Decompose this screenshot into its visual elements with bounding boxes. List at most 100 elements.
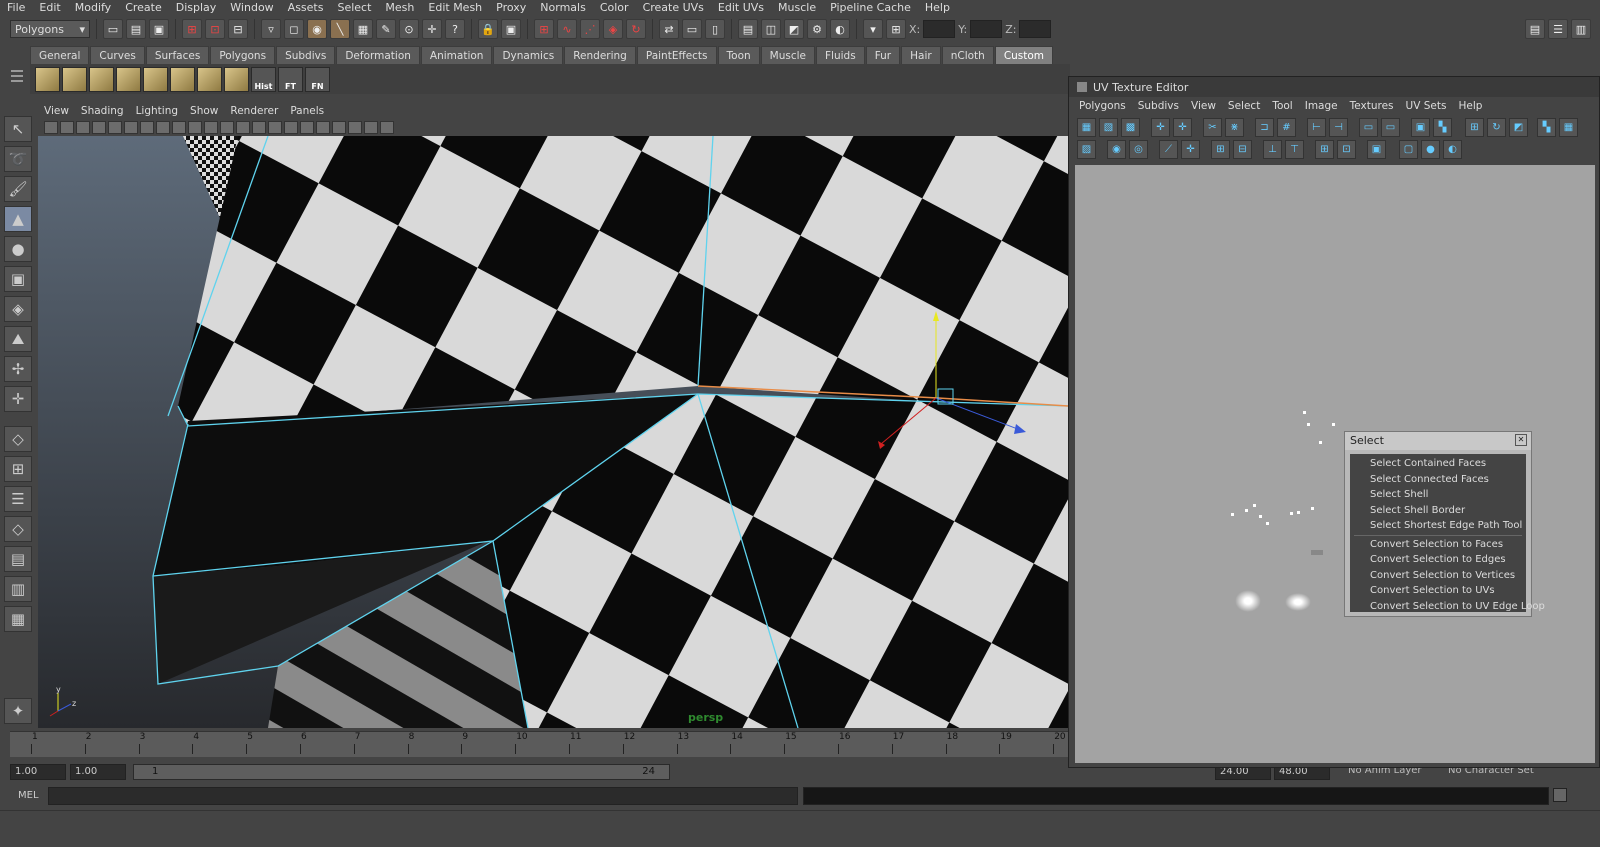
uv-snapshot-icon[interactable]: ⊥	[1263, 140, 1282, 159]
open-scene-icon[interactable]: ▤	[126, 19, 146, 39]
uv-layout-icon[interactable]: ▭	[1359, 118, 1378, 137]
shelf-tab-deformation[interactable]: Deformation	[336, 46, 420, 64]
uv-relax-icon[interactable]: ✛	[1181, 140, 1200, 159]
select-shortest-edge-path-item[interactable]: Select Shortest Edge Path Tool	[1350, 518, 1526, 534]
uv-menu-uv-sets[interactable]: UV Sets	[1400, 100, 1453, 112]
camera-attr-icon[interactable]	[60, 120, 74, 134]
shelf-tab-curves[interactable]: Curves	[90, 46, 145, 64]
shelf-tab-animation[interactable]: Animation	[420, 46, 493, 64]
shelf-uv-tool-icon[interactable]	[62, 66, 87, 92]
uv-border2-icon[interactable]: ⊡	[1337, 140, 1356, 159]
shelf-tab-ncloth[interactable]: nCloth	[941, 46, 994, 64]
layout-four-icon[interactable]: ⊞	[4, 456, 32, 482]
shelf-uv-tool-icon[interactable]	[116, 66, 141, 92]
uv-checker-icon[interactable]: ▚	[1433, 118, 1452, 137]
uv-stack-icon[interactable]: ⊞	[1211, 140, 1230, 159]
shelf-hist-button[interactable]: Hist	[251, 66, 276, 92]
uv-image-icon[interactable]: ▣	[1411, 118, 1430, 137]
smooth-shade-icon[interactable]	[236, 120, 250, 134]
shelf-menu-icon[interactable]	[8, 64, 28, 96]
shadows-icon[interactable]	[316, 120, 330, 134]
pick-face-icon[interactable]: ▦	[353, 19, 373, 39]
uv-checker2-icon[interactable]: ▚	[1537, 118, 1556, 137]
uv-menu-subdivs[interactable]: Subdivs	[1132, 100, 1185, 112]
uv-menu-textures[interactable]: Textures	[1344, 100, 1400, 112]
uv-image2-icon[interactable]: ▣	[1367, 140, 1386, 159]
shelf-tab-toon[interactable]: Toon	[717, 46, 760, 64]
start-time-field[interactable]: 1.00	[10, 764, 66, 780]
shelf-tab-surfaces[interactable]: Surfaces	[145, 46, 210, 64]
uv-color-icon[interactable]: ●	[1421, 140, 1440, 159]
menu-display[interactable]: Display	[169, 0, 224, 16]
hypershade-icon[interactable]: ◐	[830, 19, 850, 39]
bookmark-icon[interactable]	[76, 120, 90, 134]
uv-menu-help[interactable]: Help	[1452, 100, 1488, 112]
field-chart-icon[interactable]	[172, 120, 186, 134]
shelf-uv-tool-icon[interactable]	[197, 66, 222, 92]
textured-icon[interactable]	[268, 120, 282, 134]
uv-unstack-icon[interactable]: ⊟	[1233, 140, 1252, 159]
convert-to-edges-item[interactable]: Convert Selection to Edges	[1350, 552, 1526, 568]
uv-pin-icon[interactable]: ◉	[1107, 140, 1126, 159]
menu-create[interactable]: Create	[118, 0, 169, 16]
xray-joints-icon[interactable]	[364, 120, 378, 134]
menu-edit-mesh[interactable]: Edit Mesh	[421, 0, 489, 16]
layout-hypershade-icon[interactable]: ▤	[4, 546, 32, 572]
convert-to-uv-edge-loop-item[interactable]: Convert Selection to UV Edge Loop	[1350, 599, 1545, 615]
uv-move-icon[interactable]: ✛	[1151, 118, 1170, 137]
shelf-uv-tool-icon[interactable]	[224, 66, 249, 92]
z-field[interactable]	[1019, 20, 1052, 38]
shelf-fn-button[interactable]: FN	[305, 66, 330, 92]
y-field[interactable]	[970, 20, 1003, 38]
select-shell-item[interactable]: Select Shell	[1350, 487, 1526, 503]
uv-menu-tool[interactable]: Tool	[1266, 100, 1298, 112]
menu-file[interactable]: File	[0, 0, 32, 16]
uv-shade-icon[interactable]: ◩	[1509, 118, 1528, 137]
uv-editor-titlebar[interactable]: UV Texture Editor	[1069, 77, 1599, 97]
save-scene-icon[interactable]: ▣	[149, 19, 169, 39]
shelf-tab-fur[interactable]: Fur	[865, 46, 901, 64]
menu-normals[interactable]: Normals	[533, 0, 593, 16]
all-lights-icon[interactable]	[300, 120, 314, 134]
filter-icon[interactable]: ▿	[261, 19, 281, 39]
uv-brightness-icon[interactable]: ◐	[1443, 140, 1462, 159]
shelf-tab-painteffects[interactable]: PaintEffects	[636, 46, 717, 64]
shelf-tab-hair[interactable]: Hair	[901, 46, 941, 64]
snap-live-icon[interactable]: ↻	[626, 19, 646, 39]
shelf-uv-tool-icon[interactable]	[35, 66, 60, 92]
menu-proxy[interactable]: Proxy	[489, 0, 533, 16]
shelf-tab-subdivs[interactable]: Subdivs	[276, 46, 336, 64]
image-plane-icon[interactable]	[92, 120, 106, 134]
highlight-icon[interactable]: ▣	[501, 19, 521, 39]
select-object-icon[interactable]: ⊡	[205, 19, 225, 39]
convert-to-faces-item[interactable]: Convert Selection to Faces	[1350, 537, 1526, 553]
render-frame-icon[interactable]: ◫	[761, 19, 781, 39]
select-connected-faces-item[interactable]: Select Connected Faces	[1350, 472, 1526, 488]
shelf-tab-custom[interactable]: Custom	[994, 46, 1054, 64]
script-editor-icon[interactable]	[1553, 788, 1567, 802]
layout-graph-icon[interactable]: ◇	[4, 516, 32, 542]
select-tool-icon[interactable]: ↖	[4, 116, 32, 142]
uv-cut-icon[interactable]: ✂	[1203, 118, 1222, 137]
pick-handle-icon[interactable]: ◻	[284, 19, 304, 39]
mel-label[interactable]: MEL	[18, 790, 39, 801]
history-icon[interactable]: ⇄	[659, 19, 679, 39]
menu-edit[interactable]: Edit	[32, 0, 67, 16]
shelf-tab-dynamics[interactable]: Dynamics	[493, 46, 564, 64]
film-gate-icon[interactable]	[124, 120, 138, 134]
uv-menu-polygons[interactable]: Polygons	[1073, 100, 1132, 112]
camera-select-icon[interactable]	[44, 120, 58, 134]
menu-color[interactable]: Color	[593, 0, 636, 16]
rotate-tool-icon[interactable]: ●	[4, 236, 32, 262]
shelf-tab-muscle[interactable]: Muscle	[760, 46, 816, 64]
hud-icon[interactable]	[380, 120, 394, 134]
viewport-menu-view[interactable]: View	[38, 104, 75, 118]
lock-icon[interactable]: 🔒	[478, 19, 498, 39]
select-contained-faces-item[interactable]: Select Contained Faces	[1350, 456, 1526, 472]
convert-to-uvs-item[interactable]: Convert Selection to UVs	[1350, 583, 1526, 599]
menu-help[interactable]: Help	[918, 0, 957, 16]
isolate-select-icon[interactable]	[332, 120, 346, 134]
menu-select[interactable]: Select	[330, 0, 378, 16]
layout-custom-icon[interactable]: ▦	[4, 606, 32, 632]
pick-question-icon[interactable]: ?	[445, 19, 465, 39]
